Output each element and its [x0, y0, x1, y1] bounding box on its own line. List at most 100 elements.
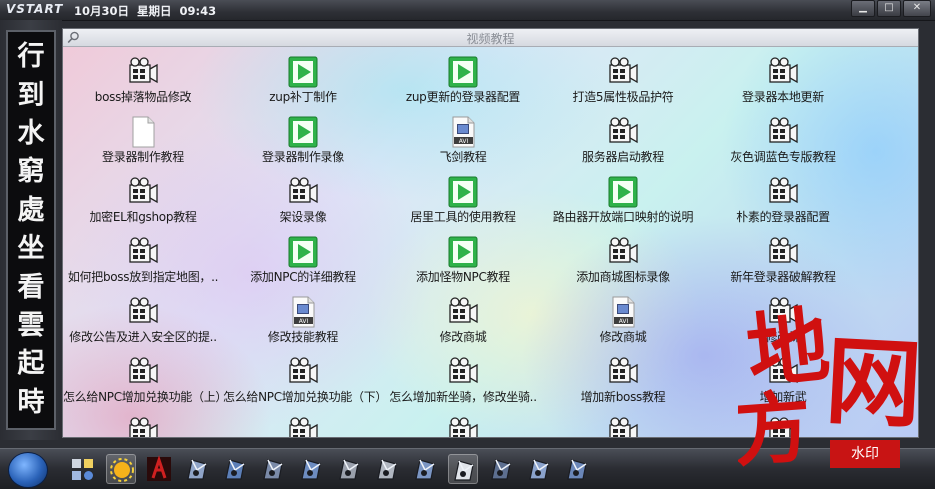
file-label: boss掉落物品修改	[94, 90, 192, 104]
file-item[interactable]: 添加怪物NPC教程	[383, 227, 543, 287]
green-play-icon	[607, 176, 639, 208]
video-camera-icon	[127, 236, 159, 268]
file-item[interactable]: 登录器制作教程	[63, 107, 223, 167]
file-item[interactable]	[63, 407, 223, 437]
sun-icon[interactable]	[106, 454, 136, 484]
video-camera-icon	[287, 356, 319, 388]
green-play-icon	[447, 56, 479, 88]
file-item[interactable]: 灰色调蓝色专版教程	[703, 107, 863, 167]
svg-text:AVI: AVI	[619, 318, 629, 325]
app-icon[interactable]	[524, 454, 554, 484]
app-icon[interactable]	[334, 454, 364, 484]
file-label: 增加新boss教程	[580, 390, 666, 404]
file-item[interactable]: 怎么增加新坐骑，修改坐骑..	[383, 347, 543, 407]
red-figure-icon[interactable]	[144, 454, 174, 484]
video-camera-icon	[767, 176, 799, 208]
video-camera-icon	[607, 116, 639, 148]
video-camera-icon	[127, 296, 159, 328]
file-item[interactable]: 修改商城	[383, 287, 543, 347]
file-label: 登录器本地更新	[742, 90, 824, 104]
file-item[interactable]: boss掉落物品修改	[63, 47, 223, 107]
file-label: 飞剑教程	[439, 150, 487, 164]
watermark-badge: 水印	[830, 440, 900, 468]
avi-file-icon: AVI	[287, 296, 319, 328]
app-icon[interactable]	[182, 454, 212, 484]
minimize-button[interactable]: ▁	[851, 0, 875, 17]
file-item[interactable]: 如何把boss放到指定地图，..	[63, 227, 223, 287]
file-label: 服务器启动教程	[582, 150, 664, 164]
file-item[interactable]: 朴素的登录器配置	[703, 167, 863, 227]
file-item[interactable]: AVI 修改技能教程	[223, 287, 383, 347]
file-item[interactable]: zup补丁制作	[223, 47, 383, 107]
file-item[interactable]: AVI 飞剑教程	[383, 107, 543, 167]
app-icon[interactable]	[372, 454, 402, 484]
poem-char: 雲	[17, 309, 45, 341]
poem-scroll: 行到水窮處坐看雲起時	[6, 30, 56, 430]
file-label: 修改公告及进入安全区的提..	[69, 330, 217, 344]
file-item[interactable]: 打造5属性极品护符	[543, 47, 703, 107]
file-item[interactable]: 居里工具的使用教程	[383, 167, 543, 227]
app-icon[interactable]	[220, 454, 250, 484]
file-item[interactable]: 怎么给NPC增加兑换功能（上）	[63, 347, 223, 407]
file-item[interactable]: zup更新的登录器配置	[383, 47, 543, 107]
quick-launch-icon[interactable]	[68, 454, 98, 484]
file-label: 怎么增加新坐骑，修改坐骑..	[389, 390, 537, 404]
video-camera-icon	[607, 56, 639, 88]
file-item[interactable]: 服务器启动教程	[543, 107, 703, 167]
window-controls: ▁ □ ✕	[849, 0, 931, 17]
file-item[interactable]: 登录器本地更新	[703, 47, 863, 107]
file-item[interactable]	[223, 407, 383, 437]
poem-char: 窮	[17, 156, 45, 188]
file-item[interactable]: 新年登录器破解教程	[703, 227, 863, 287]
app-icon[interactable]	[486, 454, 516, 484]
video-camera-icon	[127, 176, 159, 208]
poem-char: 處	[17, 194, 45, 226]
app-icon[interactable]	[562, 454, 592, 484]
video-camera-icon	[127, 416, 159, 437]
file-item[interactable]	[383, 407, 543, 437]
video-camera-icon	[767, 56, 799, 88]
top-bar: VSTART 10月30日 星期日 09:43 ▁ □ ✕	[0, 0, 935, 21]
start-orb-icon[interactable]	[8, 452, 48, 488]
side-panel: 行到水窮處坐看雲起時	[0, 20, 62, 440]
window-title: 视频教程	[466, 32, 515, 46]
file-item[interactable]: 加密EL和gshop教程	[63, 167, 223, 227]
file-item[interactable]: 架设录像	[223, 167, 383, 227]
app-icon[interactable]	[296, 454, 326, 484]
file-label: 添加商城图标录像	[576, 270, 670, 284]
file-item[interactable]: 添加商城图标录像	[543, 227, 703, 287]
file-item[interactable]: 怎么给NPC增加兑换功能（下）	[223, 347, 383, 407]
file-item[interactable]: AVI 修改商城	[543, 287, 703, 347]
app-icon[interactable]	[410, 454, 440, 484]
file-item[interactable]: 增加新boss教程	[543, 347, 703, 407]
file-label: 居里工具的使用教程	[410, 210, 516, 224]
avi-file-icon: AVI	[447, 116, 479, 148]
app-icon[interactable]	[258, 454, 288, 484]
maximize-button[interactable]: □	[877, 0, 901, 17]
file-label: 修改技能教程	[267, 330, 339, 344]
app-icon[interactable]	[448, 454, 478, 484]
file-item[interactable]: 修改公告及进入安全区的提..	[63, 287, 223, 347]
file-label: 添加NPC的详细教程	[250, 270, 356, 284]
file-item[interactable]	[543, 407, 703, 437]
avi-file-icon: AVI	[607, 296, 639, 328]
file-item[interactable]: 添加NPC的详细教程	[223, 227, 383, 287]
poem-char: 看	[17, 271, 45, 303]
svg-text:AVI: AVI	[299, 318, 309, 325]
file-item[interactable]: 登录器制作录像	[223, 107, 383, 167]
file-label: 加密EL和gshop教程	[89, 210, 197, 224]
file-item[interactable]: 路由器开放端口映射的说明	[543, 167, 703, 227]
poem-char: 時	[17, 386, 45, 418]
video-camera-icon	[127, 56, 159, 88]
video-camera-icon	[447, 356, 479, 388]
video-camera-icon	[607, 236, 639, 268]
file-label: 添加怪物NPC教程	[416, 270, 510, 284]
close-button[interactable]: ✕	[903, 0, 931, 17]
file-label: 如何把boss放到指定地图，..	[67, 270, 219, 284]
video-camera-icon	[287, 416, 319, 437]
file-label: 怎么给NPC增加兑换功能（下）	[223, 390, 383, 404]
green-play-icon	[447, 176, 479, 208]
poem-char: 水	[17, 117, 45, 149]
video-camera-icon	[287, 176, 319, 208]
video-camera-icon	[447, 416, 479, 437]
